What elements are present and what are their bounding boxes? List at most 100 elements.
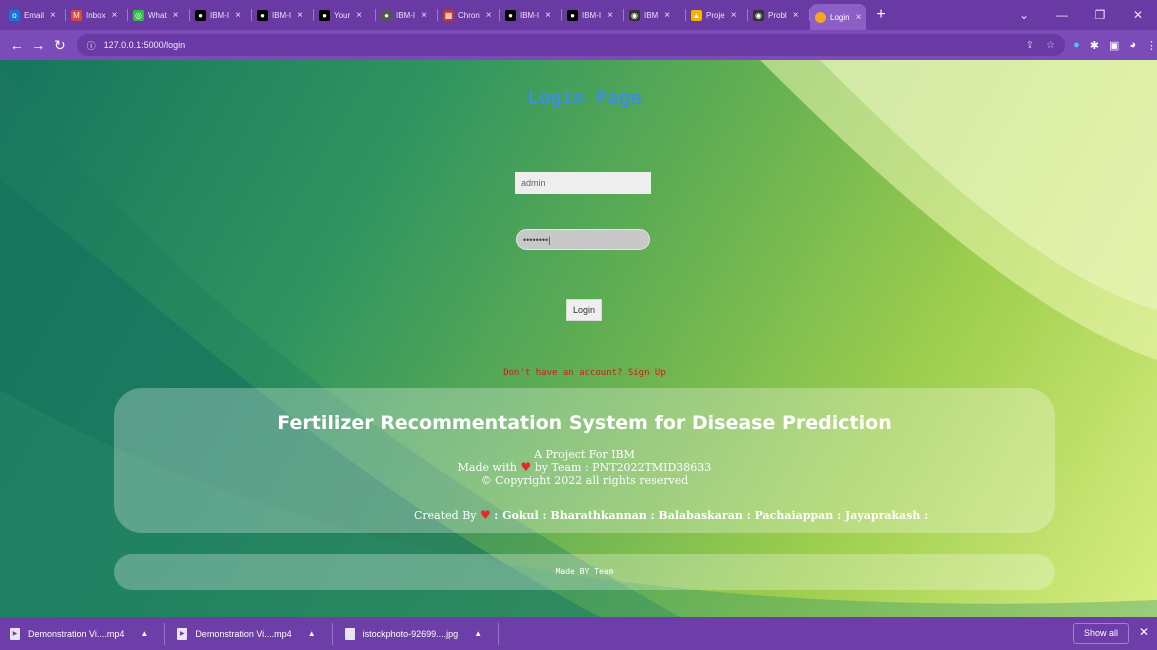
- puzzle-icon[interactable]: ✱: [1090, 39, 1099, 52]
- image-file-icon: [344, 627, 355, 640]
- download-filename: Demonstration Vi....mp4: [28, 628, 125, 639]
- close-icon[interactable]: ×: [664, 10, 670, 21]
- team-line: Made with ♥ by Team : PNT2022TMID38633: [114, 460, 1055, 475]
- chevron-down-icon[interactable]: ⌄: [1005, 8, 1043, 22]
- window-controls: ⌄ — ❐ ✕: [1005, 0, 1157, 30]
- show-all-button[interactable]: Show all: [1072, 623, 1129, 644]
- forward-button[interactable]: →: [28, 37, 50, 53]
- menu-kebab-icon[interactable]: ⋮: [1146, 39, 1157, 52]
- password-input[interactable]: ••••••••|: [516, 229, 650, 250]
- address-bar: ← → ↻ ⓘ 127.0.0.1:5000/login ⇪ ☆ ● ✱ ▣ ◕…: [0, 30, 1157, 60]
- tab[interactable]: ▦ Chron ×: [438, 3, 500, 27]
- url-text: 127.0.0.1:5000/login: [103, 40, 186, 50]
- chevron-up-icon[interactable]: ▲: [140, 629, 148, 638]
- tab[interactable]: o Email ×: [4, 3, 66, 27]
- tab-label: IBM-I: [210, 10, 230, 20]
- close-icon[interactable]: ×: [173, 10, 179, 21]
- tab[interactable]: ● IBM-I ×: [376, 3, 438, 27]
- project-line: A Project For IBM: [534, 448, 635, 461]
- tab-label: Proje: [706, 10, 725, 20]
- tab[interactable]: M Inbox ×: [66, 3, 128, 27]
- download-item[interactable]: ▶ Demonstration Vi....mp4 ▲: [177, 622, 333, 645]
- tab-label: IBM-I: [396, 10, 416, 20]
- download-item[interactable]: istockphoto-92699....jpg ▲: [344, 622, 500, 645]
- github-icon: ●: [505, 9, 516, 21]
- video-file-icon: ▶: [177, 627, 188, 640]
- close-window-button[interactable]: ✕: [1119, 8, 1157, 22]
- close-icon[interactable]: ×: [856, 12, 862, 23]
- download-item[interactable]: ▶ Demonstration Vi....mp4 ▲: [10, 622, 166, 645]
- signup-link[interactable]: Don't have an account? Sign Up: [0, 368, 1157, 378]
- minimize-button[interactable]: —: [1043, 8, 1081, 22]
- bookmark-star-icon[interactable]: ☆: [1046, 40, 1055, 51]
- team-line-suffix: by Team : PNT2022TMID38633: [534, 461, 712, 474]
- close-icon[interactable]: ×: [607, 10, 613, 21]
- share-icon[interactable]: ⇪: [1026, 40, 1034, 51]
- close-icon[interactable]: ✕: [1139, 625, 1149, 639]
- new-tab-button[interactable]: +: [866, 6, 895, 24]
- tab-strip: o Email × M Inbox × ◎ What × ● IBM-I × ● IBM-I × ● Your ×…: [0, 0, 1157, 30]
- url-input[interactable]: ⓘ 127.0.0.1:5000/login ⇪ ☆: [76, 34, 1066, 56]
- close-icon[interactable]: ×: [486, 10, 492, 21]
- footer-info: A Project For IBM Made with ♥ by Team : …: [114, 448, 1055, 487]
- tab[interactable]: ◎ What ×: [128, 3, 190, 27]
- info-icon[interactable]: ⓘ: [87, 39, 96, 52]
- restore-button[interactable]: ❐: [1081, 8, 1119, 22]
- tab[interactable]: ● Your ×: [314, 3, 376, 27]
- tab-label: Email: [24, 10, 45, 20]
- omnibox-actions: ⇪ ☆: [1026, 40, 1065, 51]
- tab-label: Chron: [458, 10, 480, 20]
- tab[interactable]: ▲ Proje ×: [686, 3, 748, 27]
- tab[interactable]: ● IBM-I ×: [252, 3, 314, 27]
- chevron-up-icon[interactable]: ▲: [474, 629, 482, 638]
- whatsapp-icon: ◎: [133, 9, 144, 21]
- password-value: ••••••••|: [523, 234, 551, 245]
- tab[interactable]: ● IBM-I ×: [500, 3, 562, 27]
- tab-active[interactable]: Login ×: [810, 4, 867, 30]
- tab-label: Inbox: [86, 10, 106, 20]
- close-icon[interactable]: ×: [297, 10, 303, 21]
- chevron-up-icon[interactable]: ▲: [308, 629, 316, 638]
- close-icon[interactable]: ×: [112, 10, 118, 21]
- close-icon[interactable]: ×: [545, 10, 551, 21]
- reload-button[interactable]: ↻: [49, 37, 71, 54]
- download-bar: ▶ Demonstration Vi....mp4 ▲ ▶ Demonstrat…: [0, 617, 1157, 650]
- made-by-bar: Made BY Team: [114, 554, 1055, 590]
- copyright-line: © Copyright 2022 all rights reserved: [480, 474, 689, 487]
- close-icon[interactable]: ×: [793, 10, 799, 21]
- github-icon: ●: [567, 9, 578, 21]
- github-icon: ●: [319, 9, 330, 21]
- tab-label: Probl: [768, 10, 787, 20]
- credits-prefix: Created By: [414, 509, 477, 522]
- tab-label: IBM-I: [272, 10, 292, 20]
- close-icon[interactable]: ×: [356, 10, 362, 21]
- tab[interactable]: ◉ IBM ×: [624, 3, 686, 27]
- back-button[interactable]: ←: [6, 37, 28, 53]
- login-button[interactable]: Login: [566, 299, 602, 321]
- close-icon[interactable]: ×: [731, 10, 737, 21]
- page-title: Login Page: [527, 87, 642, 109]
- username-input[interactable]: [515, 172, 651, 194]
- tab[interactable]: ◉ Probl ×: [748, 3, 810, 27]
- profile-avatar-icon[interactable]: ◕: [1129, 39, 1136, 51]
- extensions: ● ✱ ▣ ◕ ⋮: [1073, 39, 1157, 52]
- heart-icon: ♥: [520, 460, 532, 474]
- close-icon[interactable]: ×: [421, 10, 427, 21]
- close-icon[interactable]: ×: [50, 10, 56, 21]
- credits-names: : Gokul : Bharathkannan : Balabaskaran :…: [494, 509, 929, 522]
- credits-line: Created By ♥ : Gokul : Bharathkannan : B…: [414, 508, 928, 522]
- team-line-prefix: Made with: [457, 461, 517, 474]
- close-icon[interactable]: ×: [235, 10, 241, 21]
- tab[interactable]: ● IBM-I ×: [562, 3, 624, 27]
- sidepanel-icon[interactable]: ▣: [1109, 39, 1119, 52]
- footer-card: Fertilizer Recommentation System for Dis…: [114, 388, 1055, 533]
- download-filename: Demonstration Vi....mp4: [195, 628, 292, 639]
- gmail-icon: M: [71, 9, 82, 21]
- download-filename: istockphoto-92699....jpg: [362, 628, 459, 639]
- tab-label: What: [148, 10, 167, 20]
- tab[interactable]: ● IBM-I ×: [190, 3, 252, 27]
- tab-label: IBM-I: [582, 10, 602, 20]
- globe-icon: ◉: [753, 9, 764, 21]
- extension-icon[interactable]: ●: [1073, 39, 1080, 51]
- outlook-icon: o: [9, 9, 20, 21]
